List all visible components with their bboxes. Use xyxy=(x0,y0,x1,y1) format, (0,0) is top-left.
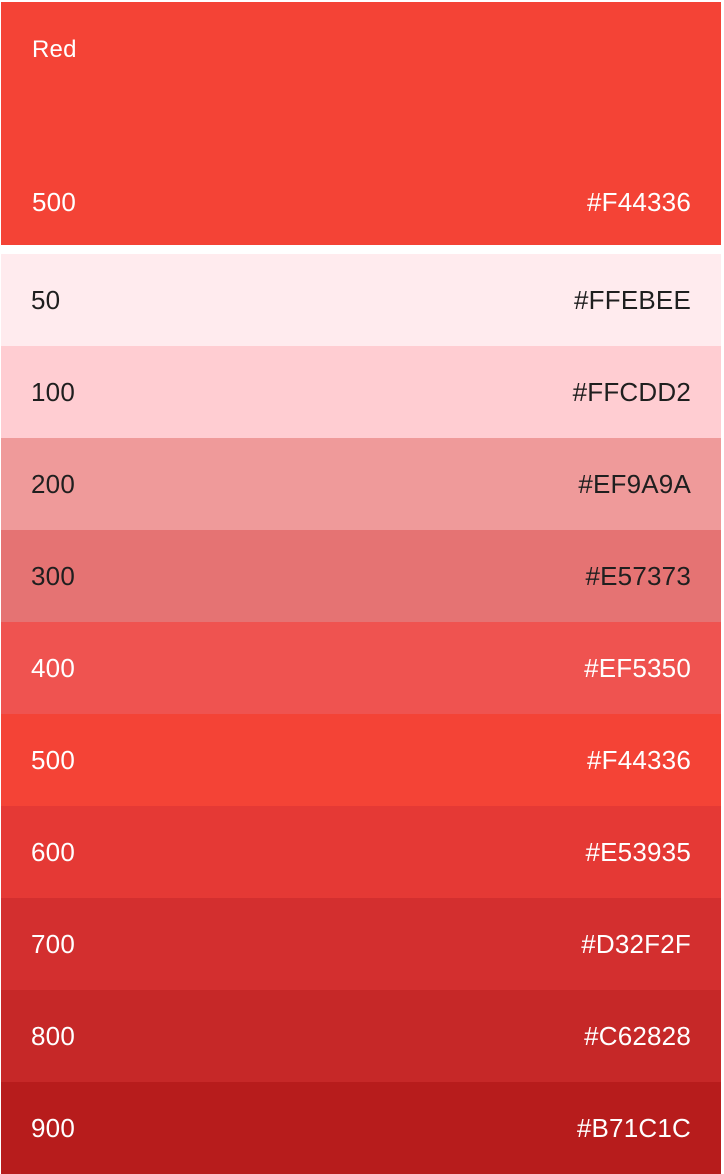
swatch-300[interactable]: 300 #E57373 xyxy=(1,530,721,622)
swatch-shade-label: 400 xyxy=(31,653,75,683)
swatch-700[interactable]: 700 #D32F2F xyxy=(1,898,721,990)
swatch-hex-code: #C62828 xyxy=(584,1021,691,1051)
swatch-100[interactable]: 100 #FFCDD2 xyxy=(1,346,721,438)
swatch-shade-label: 900 xyxy=(31,1113,75,1143)
swatch-50[interactable]: 50 #FFEBEE xyxy=(1,254,721,346)
swatch-shade-label: 100 xyxy=(31,377,75,407)
swatch-hex-code: #E57373 xyxy=(585,561,691,591)
swatch-shade-label: 700 xyxy=(31,929,75,959)
swatch-500[interactable]: 500 #F44336 xyxy=(1,714,721,806)
swatch-hex-code: #FFCDD2 xyxy=(572,377,691,407)
swatch-600[interactable]: 600 #E53935 xyxy=(1,806,721,898)
primary-color-card[interactable]: Red 500 #F44336 xyxy=(1,2,721,245)
swatch-shade-label: 500 xyxy=(31,745,75,775)
swatch-hex-code: #EF5350 xyxy=(584,653,691,683)
swatch-400[interactable]: 400 #EF5350 xyxy=(1,622,721,714)
swatch-hex-code: #B71C1C xyxy=(576,1113,691,1143)
swatch-shade-label: 600 xyxy=(31,837,75,867)
palette-title: Red xyxy=(32,36,77,63)
swatch-shade-label: 50 xyxy=(31,285,61,315)
swatch-200[interactable]: 200 #EF9A9A xyxy=(1,438,721,530)
primary-hex-code: #F44336 xyxy=(586,187,691,217)
swatch-800[interactable]: 800 #C62828 xyxy=(1,990,721,1082)
color-palette-page: Red 500 #F44336 50 #FFEBEE 100 #FFCDD2 2… xyxy=(0,0,724,1174)
swatch-shade-label: 800 xyxy=(31,1021,75,1051)
swatch-list: 50 #FFEBEE 100 #FFCDD2 200 #EF9A9A 300 #… xyxy=(1,254,721,1174)
swatch-900[interactable]: 900 #B71C1C xyxy=(1,1082,721,1174)
swatch-shade-label: 300 xyxy=(31,561,75,591)
swatch-shade-label: 200 xyxy=(31,469,75,499)
swatch-hex-code: #E53935 xyxy=(585,837,691,867)
swatch-hex-code: #F44336 xyxy=(586,745,691,775)
swatch-hex-code: #EF9A9A xyxy=(578,469,691,499)
swatch-hex-code: #FFEBEE xyxy=(574,285,691,315)
swatch-hex-code: #D32F2F xyxy=(581,929,691,959)
primary-shade-label: 500 xyxy=(32,187,76,217)
